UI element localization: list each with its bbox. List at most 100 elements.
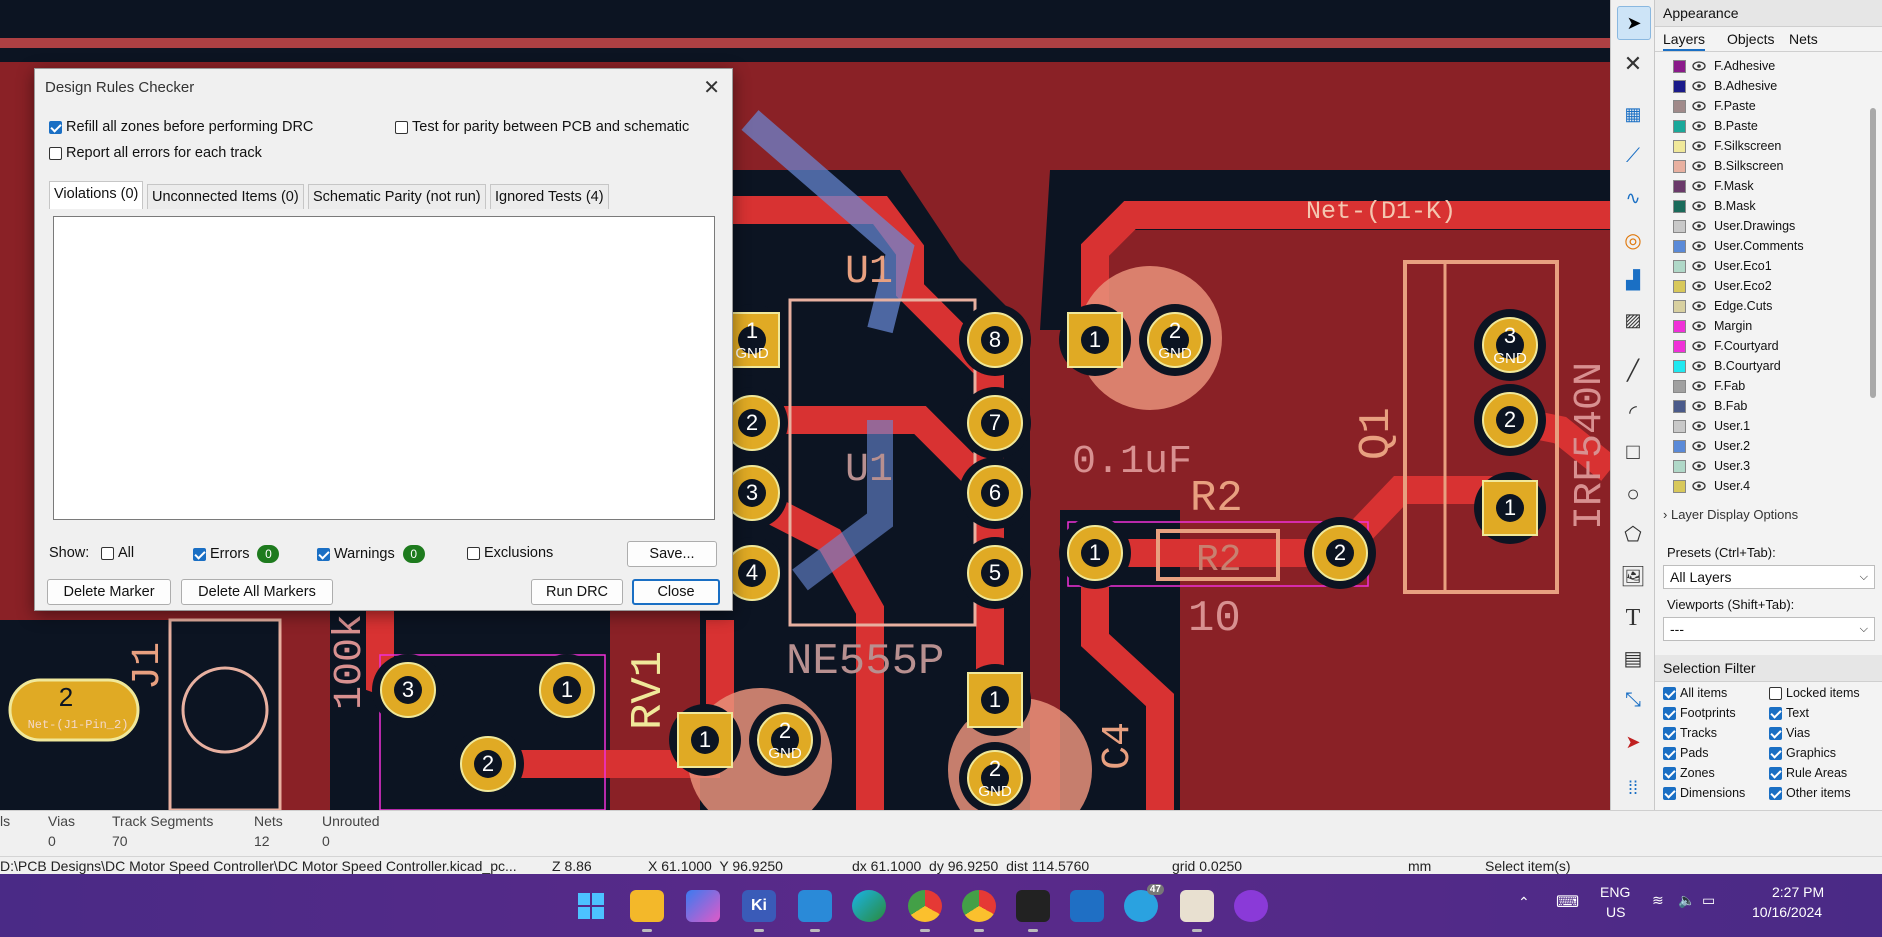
add-via-button[interactable]: ◎ (1617, 224, 1649, 256)
tab-ignored-tests[interactable]: Ignored Tests (4) (490, 184, 609, 209)
add-text-button[interactable]: T (1617, 602, 1649, 634)
layer-color-swatch[interactable] (1673, 119, 1686, 133)
filter-zones-checkbox[interactable]: Zones (1663, 764, 1715, 782)
tab-violations[interactable]: Violations (0) (49, 181, 144, 209)
layer-color-swatch[interactable] (1673, 339, 1686, 353)
layer-row[interactable]: User.2 (1673, 436, 1750, 456)
filter-vias-checkbox[interactable]: Vias (1769, 724, 1810, 742)
layer-row[interactable]: B.Mask (1673, 196, 1756, 216)
chevron-up-icon[interactable]: ⌃ (1518, 894, 1530, 911)
pad[interactable]: 3 (372, 654, 444, 726)
layer-color-swatch[interactable] (1673, 439, 1686, 453)
tab-unconnected-items[interactable]: Unconnected Items (0) (147, 184, 304, 209)
layer-color-swatch[interactable] (1673, 259, 1686, 273)
violations-list[interactable] (53, 216, 715, 520)
kicad-icon[interactable]: Ki (742, 890, 776, 922)
tune-length-button[interactable]: ∿ (1617, 182, 1649, 214)
test-parity-checkbox[interactable]: Test for parity between PCB and schemati… (395, 119, 689, 135)
presets-dropdown[interactable]: All Layers ⌵ (1663, 565, 1875, 589)
layer-row[interactable]: User.Comments (1673, 236, 1804, 256)
layer-row[interactable]: F.Mask (1673, 176, 1754, 196)
tab-schematic-parity[interactable]: Schematic Parity (not run) (308, 184, 486, 209)
tab-objects[interactable]: Objects (1727, 31, 1774, 47)
eye-icon[interactable] (1692, 321, 1706, 331)
layer-row[interactable]: F.Courtyard (1673, 336, 1779, 356)
chrome-profile-icon[interactable] (962, 890, 996, 922)
eye-icon[interactable] (1692, 221, 1706, 231)
battery-icon[interactable]: ▭ (1702, 892, 1715, 909)
pad[interactable]: 3 GND (1474, 309, 1546, 381)
layer-row[interactable]: Edge.Cuts (1673, 296, 1772, 316)
layer-color-swatch[interactable] (1673, 359, 1686, 373)
add-zone-button[interactable]: ▟ (1617, 264, 1649, 296)
filter-footprints-checkbox[interactable]: Footprints (1663, 704, 1736, 722)
draw-line-button[interactable]: ╱ (1617, 354, 1649, 386)
pad[interactable]: 2 (452, 728, 524, 800)
kicad-pcb-editor-icon[interactable] (798, 890, 832, 922)
layer-color-swatch[interactable] (1673, 479, 1686, 493)
layer-color-swatch[interactable] (1673, 379, 1686, 393)
layer-row[interactable]: B.Courtyard (1673, 356, 1781, 376)
filter-rule-areas-checkbox[interactable]: Rule Areas (1769, 764, 1847, 782)
layer-row[interactable]: Margin (1673, 316, 1752, 336)
eye-icon[interactable] (1692, 101, 1706, 111)
select-tool-button[interactable]: ➤ (1617, 6, 1651, 40)
local-ratsnest-button[interactable]: ✕ (1617, 48, 1649, 80)
delete-tool-button[interactable]: ➤ (1617, 726, 1649, 758)
layer-color-swatch[interactable] (1673, 279, 1686, 293)
telegram-icon[interactable]: 47 (1124, 884, 1164, 922)
run-drc-button[interactable]: Run DRC (531, 579, 623, 605)
pad[interactable]: 2 GND (1139, 304, 1211, 376)
github-icon[interactable] (1234, 890, 1268, 922)
layer-display-options[interactable]: › Layer Display Options (1663, 507, 1798, 522)
layer-row[interactable]: F.Paste (1673, 96, 1756, 116)
layer-color-swatch[interactable] (1673, 79, 1686, 93)
eye-icon[interactable] (1692, 441, 1706, 451)
pad[interactable]: 1 (1059, 517, 1131, 589)
filter-other-items-checkbox[interactable]: Other items (1769, 784, 1851, 802)
layer-row[interactable]: F.Fab (1673, 376, 1745, 396)
layer-row[interactable]: User.3 (1673, 456, 1750, 476)
layer-row[interactable]: User.Eco2 (1673, 276, 1772, 296)
add-image-button[interactable]: 🖼 (1617, 560, 1649, 592)
layer-color-swatch[interactable] (1673, 299, 1686, 313)
pad[interactable]: 2 (1474, 384, 1546, 456)
layer-color-swatch[interactable] (1673, 99, 1686, 113)
language-indicator[interactable]: ENG (1600, 884, 1630, 900)
clock-time[interactable]: 2:27 PM (1772, 884, 1824, 900)
viewports-dropdown[interactable]: --- ⌵ (1663, 617, 1875, 641)
filter-text-checkbox[interactable]: Text (1769, 704, 1809, 722)
layer-color-swatch[interactable] (1673, 419, 1686, 433)
filter-locked-items-checkbox[interactable]: Locked items (1769, 684, 1860, 702)
chrome-icon[interactable] (908, 890, 942, 922)
layer-color-swatch[interactable] (1673, 239, 1686, 253)
eye-icon[interactable] (1692, 141, 1706, 151)
delete-marker-button[interactable]: Delete Marker (47, 579, 171, 605)
report-all-checkbox[interactable]: Report all errors for each track (49, 145, 262, 161)
pad[interactable]: 7 (959, 387, 1031, 459)
snipping-tool-icon[interactable] (1180, 890, 1214, 922)
pad[interactable]: 1 (1059, 304, 1131, 376)
copilot-icon[interactable] (686, 890, 720, 922)
show-exclusions-checkbox[interactable]: Exclusions (467, 545, 553, 561)
add-dimension-button[interactable]: ⤡ (1617, 684, 1649, 716)
place-footprint-button[interactable]: ▦ (1617, 98, 1649, 130)
eye-icon[interactable] (1692, 301, 1706, 311)
vscode-icon[interactable] (1070, 890, 1104, 922)
draw-rectangle-button[interactable]: □ (1617, 436, 1649, 468)
layer-row[interactable]: F.Adhesive (1673, 56, 1775, 76)
route-track-button[interactable]: ⟋ (1617, 140, 1649, 172)
pad[interactable]: 1 (669, 704, 741, 776)
filter-graphics-checkbox[interactable]: Graphics (1769, 744, 1836, 762)
file-explorer-icon[interactable] (630, 890, 664, 922)
github-desktop-icon[interactable] (1016, 890, 1050, 922)
close-button[interactable]: Close (632, 579, 720, 605)
tab-layers[interactable]: Layers (1663, 31, 1706, 51)
layer-row[interactable]: B.Silkscreen (1673, 156, 1783, 176)
eye-icon[interactable] (1692, 161, 1706, 171)
save-button[interactable]: Save... (627, 541, 717, 567)
eye-icon[interactable] (1692, 201, 1706, 211)
show-all-checkbox[interactable]: All (101, 545, 134, 561)
pad[interactable]: 2 GND (749, 704, 821, 776)
filter-all-items-checkbox[interactable]: All items (1663, 684, 1727, 702)
